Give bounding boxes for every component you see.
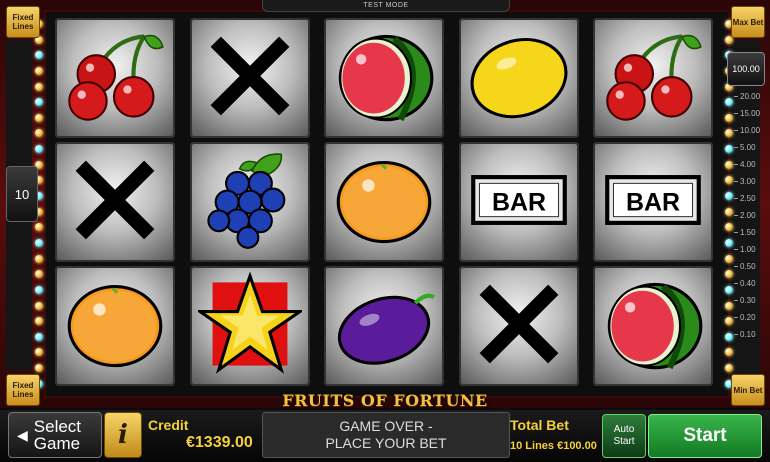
watermelon-icon bbox=[332, 24, 436, 133]
reel-cell bbox=[593, 266, 713, 386]
reel-cell: BAR bbox=[459, 142, 579, 262]
bet-scale-tick[interactable]: 15.00 bbox=[734, 109, 760, 118]
reel-cell bbox=[190, 266, 310, 386]
x-icon bbox=[467, 272, 571, 381]
auto-start-label: Auto bbox=[613, 424, 635, 435]
reel-cell bbox=[324, 266, 444, 386]
bet-scale-tick[interactable]: 2.50 bbox=[734, 194, 756, 203]
bet-scale-tick[interactable]: 3.00 bbox=[734, 177, 756, 186]
orange-icon bbox=[63, 272, 167, 381]
total-bet-label: Total Bet bbox=[510, 417, 569, 433]
plum-icon bbox=[332, 272, 436, 381]
bet-scale-tick[interactable]: 0.50 bbox=[734, 262, 756, 271]
bet-scale[interactable]: 20.00 15.00 10.00 5.00 4.00 3.00 2.50 2.00 1.50 1… bbox=[734, 92, 764, 340]
bet-indicator[interactable]: 100.00 bbox=[727, 52, 765, 86]
bet-scale-tick[interactable]: 1.50 bbox=[734, 228, 756, 237]
bar-icon: BAR bbox=[601, 148, 705, 257]
max-bet-button[interactable]: Max Bet bbox=[731, 6, 765, 38]
bet-scale-tick[interactable]: 4.00 bbox=[734, 160, 756, 169]
bet-scale-tick[interactable]: 0.30 bbox=[734, 296, 756, 305]
reel-cell bbox=[593, 18, 713, 138]
reel-cell bbox=[55, 18, 175, 138]
status-message-line2: PLACE YOUR BET bbox=[325, 435, 447, 451]
reel-cell bbox=[190, 142, 310, 262]
reel-cell bbox=[459, 266, 579, 386]
bet-scale-tick[interactable]: 10.00 bbox=[734, 126, 760, 135]
total-bet-value: 10 Lines €100.00 bbox=[510, 440, 597, 452]
auto-start-button[interactable]: Auto Start bbox=[602, 414, 646, 458]
reel-cell bbox=[55, 266, 175, 386]
game-logo: FRUITS OF FORTUNE bbox=[282, 391, 488, 410]
info-button[interactable]: i bbox=[104, 412, 142, 458]
reel-cell: BAR bbox=[593, 142, 713, 262]
fixed-lines-top-button[interactable]: Fixed Lines bbox=[6, 6, 40, 38]
bet-scale-tick[interactable]: 0.10 bbox=[734, 330, 756, 339]
cherry-icon bbox=[601, 24, 705, 133]
cherry-icon bbox=[63, 24, 167, 133]
test-mode-label: TEST MODE bbox=[262, 0, 510, 12]
min-bet-button[interactable]: Min Bet bbox=[731, 374, 765, 406]
lemon-icon bbox=[467, 24, 571, 133]
x-icon bbox=[198, 24, 302, 133]
svg-text:BAR: BAR bbox=[626, 188, 680, 216]
status-message: GAME OVER - PLACE YOUR BET bbox=[262, 412, 510, 458]
bet-scale-tick[interactable]: 2.00 bbox=[734, 211, 756, 220]
bet-scale-tick[interactable]: 0.20 bbox=[734, 313, 756, 322]
star-icon bbox=[195, 270, 305, 381]
bet-scale-tick[interactable]: 1.00 bbox=[734, 245, 756, 254]
reel-cell bbox=[324, 18, 444, 138]
auto-start-label2: Start bbox=[613, 436, 635, 447]
watermelon-icon bbox=[601, 272, 705, 381]
reel-cell bbox=[55, 142, 175, 262]
fixed-lines-bottom-button[interactable]: Fixed Lines bbox=[6, 374, 40, 406]
x-icon bbox=[63, 148, 167, 257]
bet-scale-tick[interactable]: 0.40 bbox=[734, 279, 756, 288]
credit-value: €1339.00 bbox=[186, 434, 253, 451]
lines-indicator[interactable]: 10 bbox=[6, 166, 38, 222]
credit-label: Credit bbox=[148, 417, 189, 433]
bet-scale-tick[interactable]: 20.00 bbox=[734, 92, 760, 101]
grapes-icon bbox=[198, 148, 302, 257]
bet-scale-tick[interactable]: 5.00 bbox=[734, 143, 756, 152]
svg-text:BAR: BAR bbox=[492, 188, 546, 216]
status-message-line1: GAME OVER - bbox=[339, 418, 433, 434]
select-game-label: Select Game bbox=[33, 417, 82, 453]
reel-cell bbox=[459, 18, 579, 138]
reel-cell bbox=[324, 142, 444, 262]
bar-icon: BAR bbox=[467, 148, 571, 257]
start-button[interactable]: Start bbox=[648, 414, 762, 458]
orange-icon bbox=[332, 148, 436, 257]
arrow-left-icon: ◀ bbox=[17, 426, 28, 443]
reel-cell bbox=[190, 18, 310, 138]
select-game-button[interactable]: ◀ Select Game bbox=[8, 412, 102, 458]
